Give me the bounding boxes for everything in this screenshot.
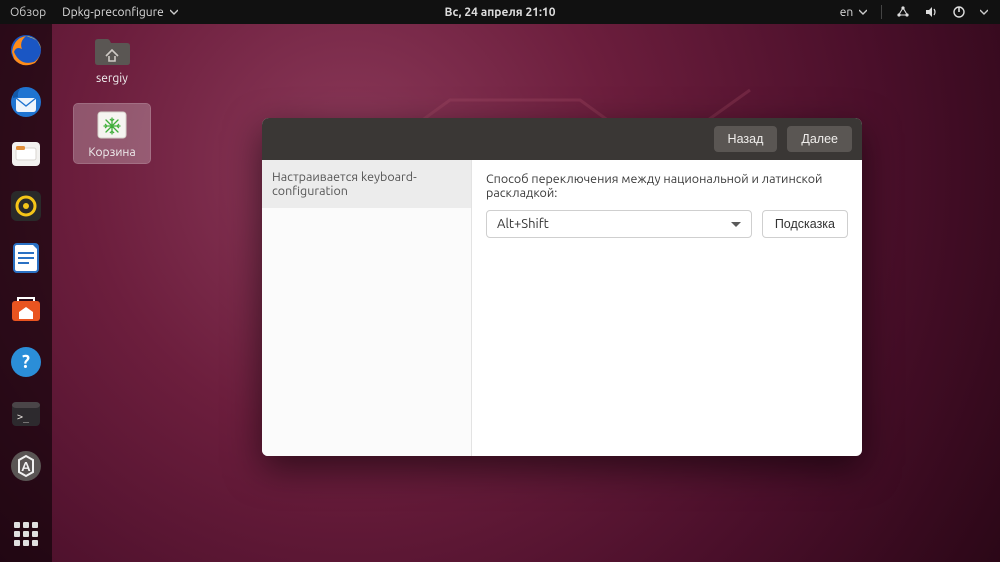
dock-item-rhythmbox[interactable] bbox=[6, 186, 46, 226]
chevron-down-icon bbox=[731, 222, 741, 227]
select-value: Alt+Shift bbox=[497, 217, 549, 231]
volume-icon[interactable] bbox=[924, 5, 938, 19]
app-menu-label: Dpkg-preconfigure bbox=[62, 6, 164, 19]
dpkg-preconfigure-dialog: Назад Далее Настраивается keyboard-confi… bbox=[262, 118, 862, 456]
clock[interactable]: Вс, 24 апреля 21:10 bbox=[444, 6, 555, 19]
dock-item-software-updater[interactable]: A bbox=[6, 446, 46, 486]
dock-item-files[interactable] bbox=[6, 134, 46, 174]
svg-text:>_: >_ bbox=[17, 412, 30, 423]
power-icon[interactable] bbox=[952, 5, 966, 19]
desktop-icon-trash[interactable]: Корзина bbox=[74, 104, 150, 163]
language-indicator[interactable]: en bbox=[840, 6, 867, 19]
sidebar-item-keyboard-configuration[interactable]: Настраивается keyboard-configuration bbox=[262, 160, 471, 208]
dock-item-thunderbird[interactable] bbox=[6, 82, 46, 122]
desktop-icon-home[interactable]: sergiy bbox=[74, 30, 150, 89]
network-icon[interactable] bbox=[896, 5, 910, 19]
activities-button[interactable]: Обзор bbox=[10, 6, 46, 19]
dock-item-help[interactable]: ? bbox=[6, 342, 46, 382]
forward-button[interactable]: Далее bbox=[787, 126, 852, 152]
desktop-icon-label: Корзина bbox=[88, 146, 135, 159]
back-button[interactable]: Назад bbox=[714, 126, 778, 152]
home-folder-icon bbox=[92, 34, 132, 68]
app-menu[interactable]: Dpkg-preconfigure bbox=[62, 6, 178, 19]
layout-switch-select[interactable]: Alt+Shift bbox=[486, 210, 752, 238]
top-bar: Обзор Dpkg-preconfigure Вс, 24 апреля 21… bbox=[0, 0, 1000, 24]
dock: ? >_ A bbox=[0, 24, 52, 562]
dock-item-terminal[interactable]: >_ bbox=[6, 394, 46, 434]
svg-text:?: ? bbox=[22, 352, 30, 372]
chevron-down-icon bbox=[980, 8, 988, 16]
dialog-heading: Способ переключения между национальной и… bbox=[486, 172, 848, 200]
trash-icon bbox=[92, 108, 132, 142]
chevron-down-icon bbox=[170, 8, 178, 16]
show-applications-button[interactable] bbox=[6, 514, 46, 554]
apps-grid-icon bbox=[14, 522, 38, 546]
hint-button[interactable]: Подсказка bbox=[762, 210, 848, 238]
svg-text:A: A bbox=[21, 460, 31, 474]
divider bbox=[881, 5, 882, 19]
dialog-sidebar: Настраивается keyboard-configuration bbox=[262, 160, 472, 456]
dialog-main: Способ переключения между национальной и… bbox=[472, 160, 862, 456]
dock-item-firefox[interactable] bbox=[6, 30, 46, 70]
dock-item-libreoffice-writer[interactable] bbox=[6, 238, 46, 278]
chevron-down-icon bbox=[859, 8, 867, 16]
desktop-icon-label: sergiy bbox=[96, 72, 128, 85]
dialog-titlebar: Назад Далее bbox=[262, 118, 862, 160]
dock-item-ubuntu-software[interactable] bbox=[6, 290, 46, 330]
